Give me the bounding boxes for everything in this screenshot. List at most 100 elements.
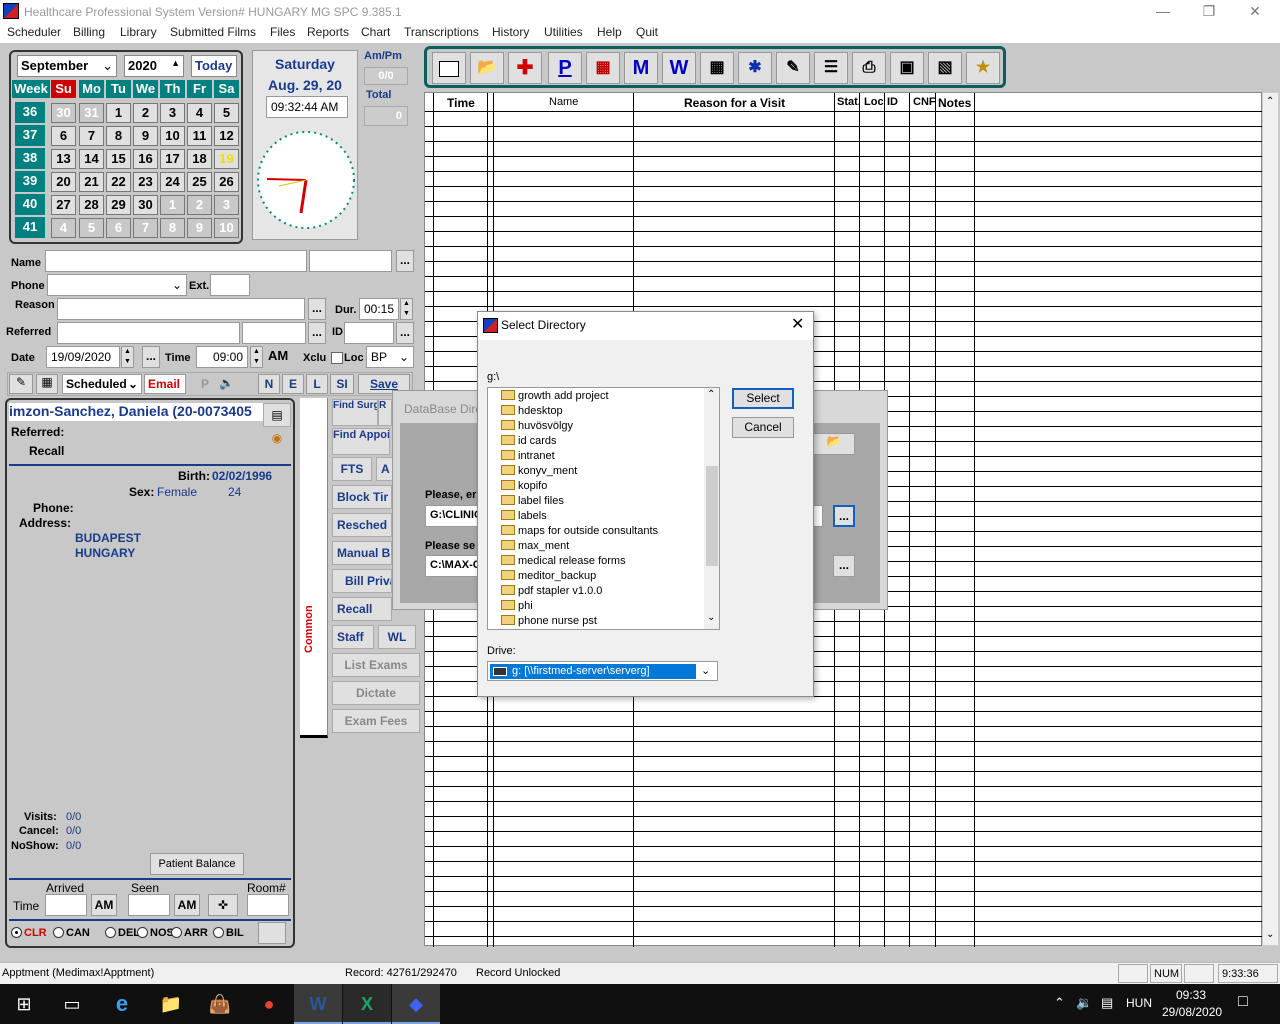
excel-icon[interactable]: X: [343, 984, 391, 1024]
manual-bill-button[interactable]: Manual Bil: [332, 541, 392, 565]
notes-icon[interactable]: ✎: [776, 52, 810, 84]
menu-chart[interactable]: Chart: [361, 25, 390, 39]
wl-button[interactable]: WL: [378, 625, 416, 649]
calendar-day[interactable]: 15: [106, 149, 131, 169]
block-time-button[interactable]: Block Tir: [332, 485, 392, 509]
time-spinner-icon[interactable]: ▲ ▼: [250, 346, 263, 368]
l-button[interactable]: L: [306, 374, 328, 394]
calendar-day[interactable]: 2: [187, 195, 212, 215]
id-browse-button[interactable]: ...: [396, 322, 414, 344]
loc-select[interactable]: BP ⌄: [366, 346, 414, 368]
m-button[interactable]: M: [624, 52, 658, 84]
date-spinner-icon[interactable]: ▲ ▼: [121, 346, 134, 368]
calendar-day[interactable]: 1: [106, 103, 131, 123]
menu-quit[interactable]: Quit: [636, 25, 658, 39]
folder-item[interactable]: konyv_ment: [488, 465, 688, 480]
calendar-day[interactable]: 4: [187, 103, 212, 123]
si-button[interactable]: SI: [330, 374, 354, 394]
taskbar-date[interactable]: 29/08/2020: [1162, 1005, 1222, 1019]
pencil-icon[interactable]: ✎: [9, 374, 33, 394]
scroll-down-icon[interactable]: ⌄: [707, 612, 715, 623]
folder-scrollbar[interactable]: ⌃ ⌄: [704, 388, 719, 629]
p-button[interactable]: P: [548, 52, 582, 84]
runner-icon[interactable]: ✱: [738, 52, 772, 84]
restore-button[interactable]: ❐: [1186, 0, 1232, 23]
email-button[interactable]: Email: [144, 374, 186, 394]
calendar-day[interactable]: 29: [106, 195, 131, 215]
col-stat[interactable]: Stat.: [837, 96, 861, 108]
cancel-button[interactable]: Cancel: [732, 417, 794, 438]
col-time[interactable]: Time: [447, 96, 475, 110]
week-number[interactable]: 37: [15, 125, 45, 146]
calendar-day[interactable]: 1: [160, 195, 185, 215]
calendar-day[interactable]: 26: [214, 172, 239, 192]
grid-icon[interactable]: ▦: [36, 374, 58, 394]
scroll-down-icon[interactable]: ⌄: [1266, 929, 1274, 940]
calc-grid-icon[interactable]: ▦: [586, 52, 620, 84]
menu-library[interactable]: Library: [120, 25, 157, 39]
speaker-icon[interactable]: 🔈: [219, 376, 234, 390]
folder-item[interactable]: phone nurse pst: [488, 615, 688, 629]
calendar-day[interactable]: 28: [79, 195, 104, 215]
menu-help[interactable]: Help: [597, 25, 622, 39]
w-button[interactable]: W: [662, 52, 696, 84]
folder-item[interactable]: label files: [488, 495, 688, 510]
recall-button[interactable]: Recall: [332, 597, 392, 621]
name-extra-input[interactable]: [309, 250, 392, 272]
minimize-button[interactable]: —: [1140, 0, 1186, 23]
week-number[interactable]: 40: [15, 194, 45, 215]
folder-item[interactable]: hdesktop: [488, 405, 688, 420]
drive-select[interactable]: g: [\\firstmed-server\serverg] ⌄: [487, 661, 718, 681]
windows-start-icon[interactable]: ⊞: [0, 984, 48, 1024]
find-appointment-button[interactable]: Find Appointme: [332, 428, 390, 455]
week-number[interactable]: 38: [15, 148, 45, 169]
red-cross-icon[interactable]: ✚: [508, 52, 542, 84]
status-radio-clr[interactable]: CLR: [11, 927, 47, 939]
card-print-icon[interactable]: ▤: [263, 403, 291, 427]
calendar-day[interactable]: 20: [51, 172, 76, 192]
folder-item[interactable]: kopifo: [488, 480, 688, 495]
calendar-day[interactable]: 12: [214, 126, 239, 146]
today-button[interactable]: Today: [191, 55, 237, 77]
calendar-day[interactable]: 14: [79, 149, 104, 169]
find-surgeon-button[interactable]: Find Surgeon: [332, 399, 378, 426]
date-browse-button[interactable]: ...: [142, 346, 160, 368]
patient-balance-button[interactable]: Patient Balance: [150, 853, 244, 875]
volume-icon[interactable]: 🔉: [1076, 995, 1092, 1011]
fts-button[interactable]: FTS: [332, 457, 372, 481]
time-input[interactable]: 09:00: [196, 346, 248, 368]
arrived-input[interactable]: [45, 894, 87, 916]
week-number[interactable]: 41: [15, 217, 45, 238]
week-number[interactable]: 36: [15, 102, 45, 123]
folder-item[interactable]: max_ment: [488, 540, 688, 555]
date-input[interactable]: 19/09/2020: [46, 346, 120, 368]
calendar-day[interactable]: 10: [214, 218, 239, 238]
calendar-day[interactable]: 6: [106, 218, 131, 238]
status-extra-button[interactable]: [258, 922, 286, 944]
xclu-checkbox[interactable]: [331, 352, 343, 364]
status-radio-arr[interactable]: ARR: [171, 927, 208, 939]
col-name[interactable]: Name: [549, 96, 578, 108]
language-indicator[interactable]: HUN: [1126, 996, 1152, 1010]
word-icon[interactable]: W: [294, 984, 342, 1024]
folder-item[interactable]: id cards: [488, 435, 688, 450]
folder-star-icon[interactable]: ★: [966, 52, 1000, 84]
calendar-day[interactable]: 18: [187, 149, 212, 169]
db-enter-input[interactable]: G:\CLINIC: [425, 505, 485, 527]
file-explorer-icon[interactable]: 📁: [147, 984, 195, 1024]
calendar-day[interactable]: 17: [160, 149, 185, 169]
calendar-day[interactable]: 19: [214, 149, 239, 169]
calendar-day[interactable]: 31: [79, 103, 104, 123]
select-button[interactable]: Select: [732, 388, 794, 409]
calendar-day[interactable]: 7: [79, 126, 104, 146]
tray-chevron-icon[interactable]: ⌃: [1054, 995, 1065, 1011]
phone-input[interactable]: ⌄: [47, 274, 187, 296]
calendar-day[interactable]: 11: [187, 126, 212, 146]
status-radio-nos[interactable]: NOS: [137, 927, 174, 939]
time-ampm[interactable]: AM: [268, 348, 288, 363]
calendar-day[interactable]: 7: [133, 218, 158, 238]
calendar-day[interactable]: 21: [79, 172, 104, 192]
scroll-up-icon[interactable]: ⌃: [1266, 96, 1274, 107]
year-spinner[interactable]: 2020 ▲: [124, 55, 184, 77]
col-id[interactable]: ID: [887, 96, 898, 108]
